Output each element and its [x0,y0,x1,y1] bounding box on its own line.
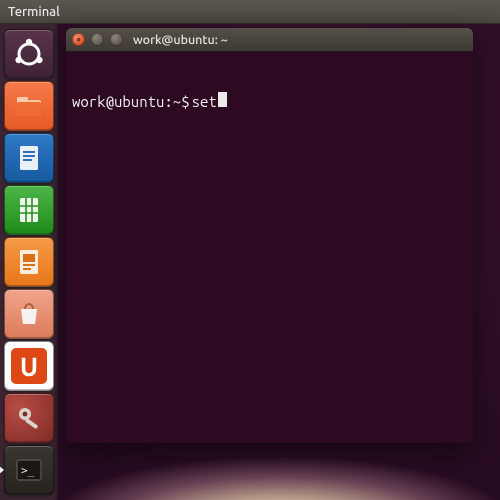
window-maximize-button[interactable] [110,33,123,46]
window-minimize-button[interactable] [91,33,104,46]
terminal-command-text: set [192,93,217,111]
spreadsheet-icon [12,193,46,227]
shopping-bag-icon [12,297,46,331]
terminal-titlebar[interactable]: × work@ubuntu: ~ [66,28,473,52]
launcher-libreoffice-writer[interactable] [4,133,54,183]
ubuntu-one-icon: U [7,344,51,388]
launcher-files[interactable] [4,81,54,131]
terminal-line: work@ubuntu:~$ set [72,92,467,111]
menubar-app-title: Terminal [8,5,60,19]
unity-launcher: U >_ [0,24,58,500]
svg-text:>_: >_ [21,464,35,477]
document-text-icon [12,141,46,175]
svg-text:U: U [20,352,38,381]
global-menubar: Terminal [0,0,500,24]
launcher-dash-home[interactable] [4,29,54,79]
terminal-cursor [218,92,227,107]
terminal-body[interactable]: work@ubuntu:~$ set [66,52,473,443]
launcher-ubuntu-one[interactable]: U [4,341,54,391]
launcher-libreoffice-calc[interactable] [4,185,54,235]
terminal-window: × work@ubuntu: ~ work@ubuntu:~$ set [66,28,473,443]
window-close-button[interactable]: × [72,33,85,46]
gear-wrench-icon [12,401,46,435]
ubuntu-logo-icon [12,37,46,71]
launcher-ubuntu-software-center[interactable] [4,289,54,339]
folder-icon [12,89,46,123]
terminal-icon: >_ [12,453,46,487]
terminal-window-title: work@ubuntu: ~ [133,33,228,47]
terminal-prompt: work@ubuntu:~$ [72,93,190,111]
launcher-terminal[interactable]: >_ [4,445,54,495]
presentation-icon [12,245,46,279]
launcher-libreoffice-impress[interactable] [4,237,54,287]
launcher-system-settings[interactable] [4,393,54,443]
